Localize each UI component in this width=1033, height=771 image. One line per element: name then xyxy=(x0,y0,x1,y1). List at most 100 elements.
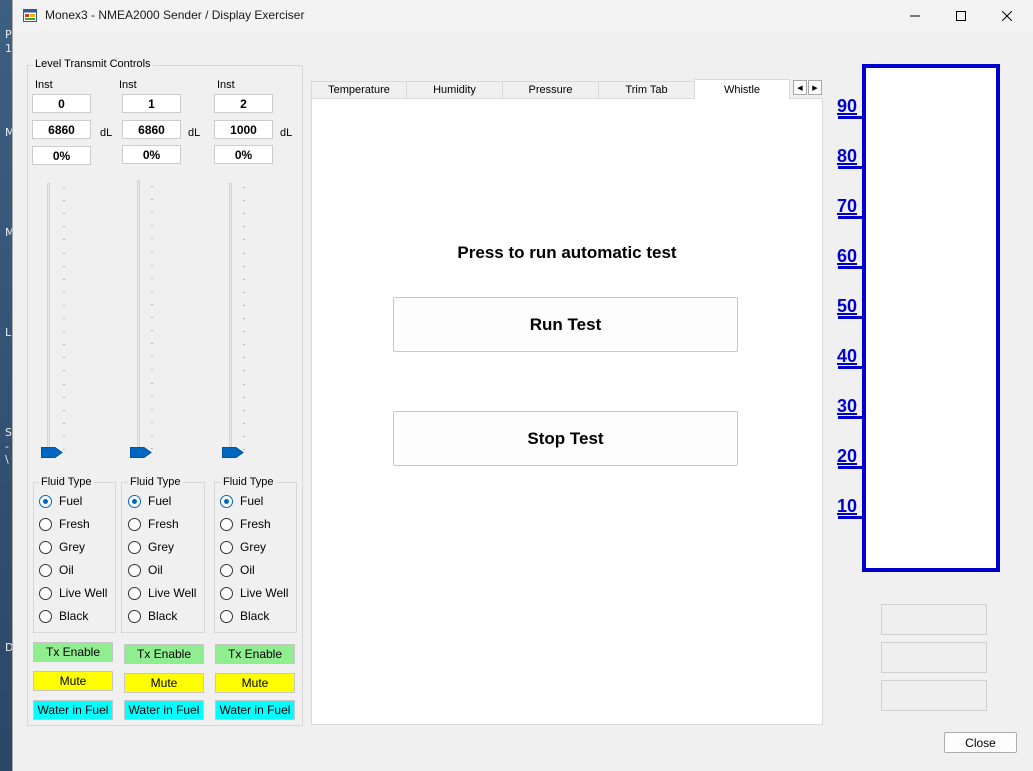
fluid-type-legend: Fluid Type xyxy=(221,476,276,488)
tab-scroll-right-button[interactable]: ▶ xyxy=(808,80,822,95)
whistle-tab-page: Press to run automatic test Run Test Sto… xyxy=(311,98,823,725)
slider-tick xyxy=(151,369,153,370)
radio-black[interactable]: Black xyxy=(39,608,124,624)
tab-scroll-left-button[interactable]: ◀ xyxy=(793,80,807,95)
instance-field[interactable]: 0 xyxy=(32,94,91,113)
level-transmit-controls-legend: Level Transmit Controls xyxy=(33,58,153,70)
minimize-icon xyxy=(910,15,920,16)
radio-live-well[interactable]: Live Well xyxy=(39,585,124,601)
level-slider-thumb[interactable] xyxy=(222,447,244,458)
scale-label: 50 xyxy=(837,296,858,316)
water-in-fuel-button[interactable]: Water in Fuel xyxy=(33,700,113,720)
radio-fuel[interactable]: Fuel xyxy=(128,493,213,509)
level-slider-thumb[interactable] xyxy=(41,447,63,458)
tx-enable-button[interactable]: Tx Enable xyxy=(124,644,204,664)
slider-ticks xyxy=(243,187,245,450)
slider-tick xyxy=(243,279,245,280)
fluid-type-legend: Fluid Type xyxy=(128,476,183,488)
radio-label: Oil xyxy=(59,563,74,577)
close-window-button[interactable] xyxy=(984,0,1030,31)
radio-live-well[interactable]: Live Well xyxy=(128,585,213,601)
capacity-field[interactable]: 1000 xyxy=(214,120,273,139)
maximize-icon xyxy=(956,10,966,21)
tab-temperature[interactable]: Temperature xyxy=(311,81,407,98)
capacity-field[interactable]: 6860 xyxy=(32,120,91,139)
tab-trim-tab[interactable]: Trim Tab xyxy=(598,81,695,98)
level-slider-track[interactable] xyxy=(229,183,232,458)
scale-label: 10 xyxy=(837,496,858,516)
slider-tick xyxy=(63,200,65,201)
minimize-button[interactable] xyxy=(892,0,938,31)
radio-label: Black xyxy=(59,609,89,623)
tx-enable-button[interactable]: Tx Enable xyxy=(215,644,295,664)
stop-test-button[interactable]: Stop Test xyxy=(393,411,738,466)
radio-black[interactable]: Black xyxy=(220,608,305,624)
slider-tick xyxy=(151,317,153,318)
mute-button[interactable]: Mute xyxy=(215,673,295,693)
side-button-1[interactable] xyxy=(881,604,987,635)
radio-oil[interactable]: Oil xyxy=(128,562,213,578)
window-title: Monex3 - NMEA2000 Sender / Display Exerc… xyxy=(45,8,305,22)
tx-enable-button[interactable]: Tx Enable xyxy=(33,642,113,662)
radio-grey[interactable]: Grey xyxy=(128,539,213,555)
slider-tick xyxy=(243,253,245,254)
slider-tick xyxy=(243,292,245,293)
radio-circle xyxy=(220,609,233,623)
slider-tick xyxy=(243,305,245,306)
slider-tick xyxy=(63,331,65,332)
instance-field[interactable]: 1 xyxy=(122,94,181,113)
radio-fuel[interactable]: Fuel xyxy=(39,493,124,509)
tab-pressure[interactable]: Pressure xyxy=(502,81,599,98)
slider-tick xyxy=(63,305,65,306)
maximize-button[interactable] xyxy=(938,0,984,31)
radio-fresh[interactable]: Fresh xyxy=(220,516,305,532)
radio-label: Fresh xyxy=(240,517,271,531)
mute-button[interactable]: Mute xyxy=(33,671,113,691)
mute-button[interactable]: Mute xyxy=(124,673,204,693)
desktop-glyph: P xyxy=(5,28,12,41)
level-slider-track[interactable] xyxy=(137,180,140,458)
scale-label: 60 xyxy=(837,246,858,266)
radio-fresh[interactable]: Fresh xyxy=(128,516,213,532)
water-in-fuel-button[interactable]: Water in Fuel xyxy=(124,700,204,720)
radio-oil[interactable]: Oil xyxy=(220,562,305,578)
tab-humidity[interactable]: Humidity xyxy=(406,81,503,98)
slider-tick xyxy=(63,344,65,345)
side-button-3[interactable] xyxy=(881,680,987,711)
radio-label: Fresh xyxy=(148,517,179,531)
radio-grey[interactable]: Grey xyxy=(39,539,124,555)
radio-grey[interactable]: Grey xyxy=(220,539,305,555)
radio-black[interactable]: Black xyxy=(128,608,213,624)
slider-tick xyxy=(151,343,153,344)
level-slider-thumb[interactable] xyxy=(130,447,152,458)
capacity-field[interactable]: 6860 xyxy=(122,120,181,139)
test-prompt: Press to run automatic test xyxy=(457,243,677,262)
slider-tick xyxy=(63,357,65,358)
radio-circle xyxy=(220,517,233,531)
slider-tick xyxy=(243,266,245,267)
instance-field[interactable]: 2 xyxy=(214,94,273,113)
title-bar[interactable]: Monex3 - NMEA2000 Sender / Display Exerc… xyxy=(13,0,1033,31)
radio-circle xyxy=(220,563,233,577)
level-slider-track[interactable] xyxy=(47,183,50,458)
scale-label: 70 xyxy=(837,196,858,216)
tab-whistle[interactable]: Whistle xyxy=(694,79,790,99)
slider-tick xyxy=(151,383,153,384)
slider-tick xyxy=(151,186,153,187)
radio-fuel[interactable]: Fuel xyxy=(220,493,305,509)
fluid-type-legend: Fluid Type xyxy=(39,476,94,488)
run-test-button[interactable]: Run Test xyxy=(393,297,738,352)
scale-label: 90 xyxy=(837,96,858,116)
radio-fresh[interactable]: Fresh xyxy=(39,516,124,532)
side-button-2[interactable] xyxy=(881,642,987,673)
radio-oil[interactable]: Oil xyxy=(39,562,124,578)
unit-label: dL xyxy=(188,127,201,139)
radio-circle xyxy=(128,609,141,623)
close-button[interactable]: Close xyxy=(944,732,1017,753)
slider-tick xyxy=(243,357,245,358)
radio-live-well[interactable]: Live Well xyxy=(220,585,305,601)
slider-tick xyxy=(243,397,245,398)
slider-tick xyxy=(63,253,65,254)
radio-label: Black xyxy=(148,609,178,623)
water-in-fuel-button[interactable]: Water in Fuel xyxy=(215,700,295,720)
